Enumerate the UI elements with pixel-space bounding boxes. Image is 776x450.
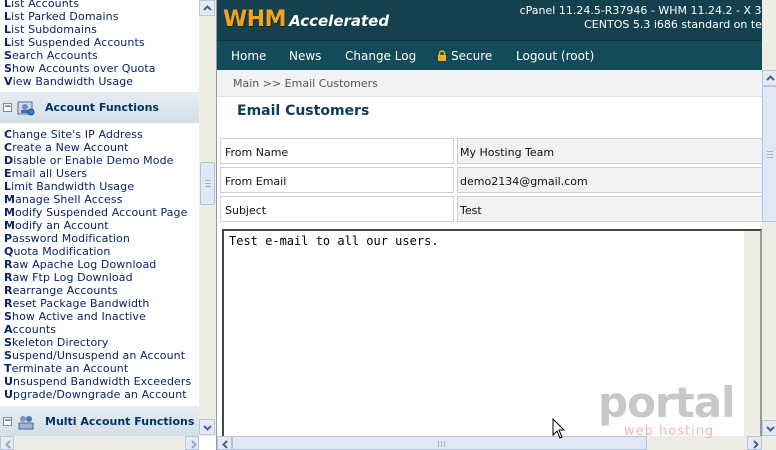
sidebar-link-search-accounts[interactable]: Search Accounts bbox=[4, 49, 98, 62]
scroll-down-button[interactable] bbox=[762, 420, 776, 436]
logo-text: WHM bbox=[223, 7, 287, 32]
scroll-thumb[interactable] bbox=[200, 162, 215, 205]
sidebar-link-show-accounts-over-quota[interactable]: Show Accounts over Quota bbox=[4, 62, 156, 75]
multi-account-functions-icon bbox=[18, 416, 34, 430]
top-navigation: Home News Change Log Secure Logout (root… bbox=[217, 40, 762, 70]
scroll-thumb[interactable] bbox=[762, 86, 776, 222]
collapse-icon[interactable]: − bbox=[3, 417, 12, 426]
arrow-right-icon bbox=[753, 440, 759, 449]
section-title: Account Functions bbox=[45, 101, 159, 114]
sidebar-link-account-function[interactable]: Suspend/Unsuspend an Account bbox=[4, 349, 185, 362]
scroll-thumb[interactable] bbox=[232, 436, 647, 450]
scroll-right-button[interactable] bbox=[185, 436, 199, 450]
portal-watermark: portal web hosting bbox=[598, 378, 735, 440]
from-name-input[interactable]: My Hosting Team bbox=[457, 138, 767, 164]
breadcrumb[interactable]: Main >> Email Customers bbox=[233, 77, 378, 90]
version-info: cPanel 11.24.5-R37946 - WHM 11.24.2 - X … bbox=[519, 4, 772, 17]
sidebar-link-account-function[interactable]: Raw Apache Log Download bbox=[4, 258, 156, 271]
nav-home[interactable]: Home bbox=[231, 49, 266, 63]
arrow-up-icon bbox=[766, 75, 775, 81]
scroll-left-button[interactable] bbox=[0, 436, 14, 450]
sidebar-link-account-function[interactable]: Quota Modification bbox=[4, 245, 110, 258]
sidebar-link-list-subdomains[interactable]: List Subdomains bbox=[4, 23, 97, 36]
sidebar-link-account-function[interactable]: Email all Users bbox=[4, 167, 87, 180]
watermark-brand: portal bbox=[598, 378, 735, 427]
sidebar-link-account-function[interactable]: Manage Shell Access bbox=[4, 193, 123, 206]
sidebar-link-account-function[interactable]: Unsuspend Bandwidth Exceeders bbox=[4, 375, 191, 388]
lock-icon bbox=[437, 50, 447, 65]
sidebar-menu: List Accounts List Parked Domains List S… bbox=[0, 0, 199, 436]
arrow-left-icon bbox=[5, 440, 11, 449]
message-text: Test e-mail to all our users. bbox=[229, 234, 439, 248]
arrow-right-icon bbox=[191, 440, 197, 449]
collapse-icon[interactable]: − bbox=[3, 103, 12, 112]
sidebar-link-account-function[interactable]: Create a New Account bbox=[4, 141, 129, 154]
sidebar-link-account-function[interactable]: Accounts bbox=[4, 323, 56, 336]
arrow-down-icon bbox=[203, 425, 212, 431]
page-title: Email Customers bbox=[237, 103, 370, 119]
sidebar-link-account-function[interactable]: Change Site's IP Address bbox=[4, 128, 143, 141]
mouse-cursor-icon bbox=[552, 418, 566, 439]
sidebar-link-account-function[interactable]: Show Active and Inactive bbox=[4, 310, 146, 323]
section-header-multi-account-functions[interactable]: − Multi Account Functions bbox=[0, 406, 199, 436]
sidebar-link-account-function[interactable]: Limit Bandwidth Usage bbox=[4, 180, 134, 193]
sidebar-link-account-function[interactable]: Password Modification bbox=[4, 232, 130, 245]
sidebar-link-account-function[interactable]: Modify Suspended Account Page bbox=[4, 206, 187, 219]
watermark-subtext: web hosting bbox=[624, 424, 715, 439]
sidebar-link-list-parked-domains[interactable]: List Parked Domains bbox=[4, 10, 119, 23]
server-info: CENTOS 5.3 i686 standard on test bbox=[584, 18, 772, 31]
sidebar-horizontal-scrollbar[interactable] bbox=[0, 436, 199, 450]
arrow-up-icon bbox=[203, 5, 212, 11]
whm-logo: WHM Accelerated bbox=[223, 7, 389, 33]
breadcrumb-bar: Main >> Email Customers bbox=[217, 70, 762, 97]
sidebar-link-account-function[interactable]: Rearrange Accounts bbox=[4, 284, 118, 297]
arrow-down-icon bbox=[766, 426, 775, 432]
sidebar-vertical-scrollbar[interactable] bbox=[199, 0, 216, 436]
nav-news[interactable]: News bbox=[289, 49, 321, 63]
subject-input[interactable]: Test bbox=[457, 196, 767, 222]
subject-label: Subject bbox=[220, 196, 454, 222]
scroll-down-button[interactable] bbox=[199, 419, 215, 435]
sidebar-link-view-bandwidth-usage[interactable]: View Bandwidth Usage bbox=[4, 75, 133, 88]
sidebar-link-account-function[interactable]: Upgrade/Downgrade an Account bbox=[4, 388, 187, 401]
sidebar-link-account-function[interactable]: Skeleton Directory bbox=[4, 336, 109, 349]
nav-logout[interactable]: Logout (root) bbox=[516, 49, 594, 63]
logo-subtext: Accelerated bbox=[289, 12, 390, 30]
nav-secure[interactable]: Secure bbox=[451, 49, 492, 63]
from-email-input[interactable]: demo2134@gmail.com bbox=[457, 167, 767, 193]
sidebar-link-account-function[interactable]: Terminate an Account bbox=[4, 362, 128, 375]
from-email-label: From Email bbox=[220, 167, 454, 193]
sidebar-link-account-function[interactable]: Modify an Account bbox=[4, 219, 109, 232]
account-functions-icon bbox=[17, 101, 35, 116]
left-navigation-frame: List Accounts List Parked Domains List S… bbox=[0, 0, 216, 450]
arrow-left-icon bbox=[222, 440, 228, 449]
scroll-up-button[interactable] bbox=[199, 0, 215, 16]
sidebar-link-list-suspended-accounts[interactable]: List Suspended Accounts bbox=[4, 36, 145, 49]
section-title: Multi Account Functions bbox=[45, 415, 195, 428]
nav-change-log[interactable]: Change Log bbox=[345, 49, 416, 63]
scroll-up-button[interactable] bbox=[762, 70, 776, 86]
from-name-label: From Name bbox=[220, 138, 454, 164]
sidebar-link-account-function[interactable]: Raw Ftp Log Download bbox=[4, 271, 133, 284]
content-vertical-scrollbar[interactable] bbox=[762, 0, 776, 436]
sidebar-link-account-function[interactable]: Disable or Enable Demo Mode bbox=[4, 154, 174, 167]
sidebar-link-list-accounts[interactable]: List Accounts bbox=[4, 0, 79, 10]
scroll-right-button[interactable] bbox=[747, 436, 762, 450]
textarea-scrollbar[interactable] bbox=[744, 231, 760, 437]
section-header-account-functions[interactable]: − Account Functions bbox=[0, 92, 199, 123]
sidebar-link-account-function[interactable]: Reset Package Bandwidth bbox=[4, 297, 150, 310]
scroll-left-button[interactable] bbox=[217, 436, 232, 450]
header-bar: WHM Accelerated cPanel 11.24.5-R37946 - W… bbox=[217, 0, 772, 40]
